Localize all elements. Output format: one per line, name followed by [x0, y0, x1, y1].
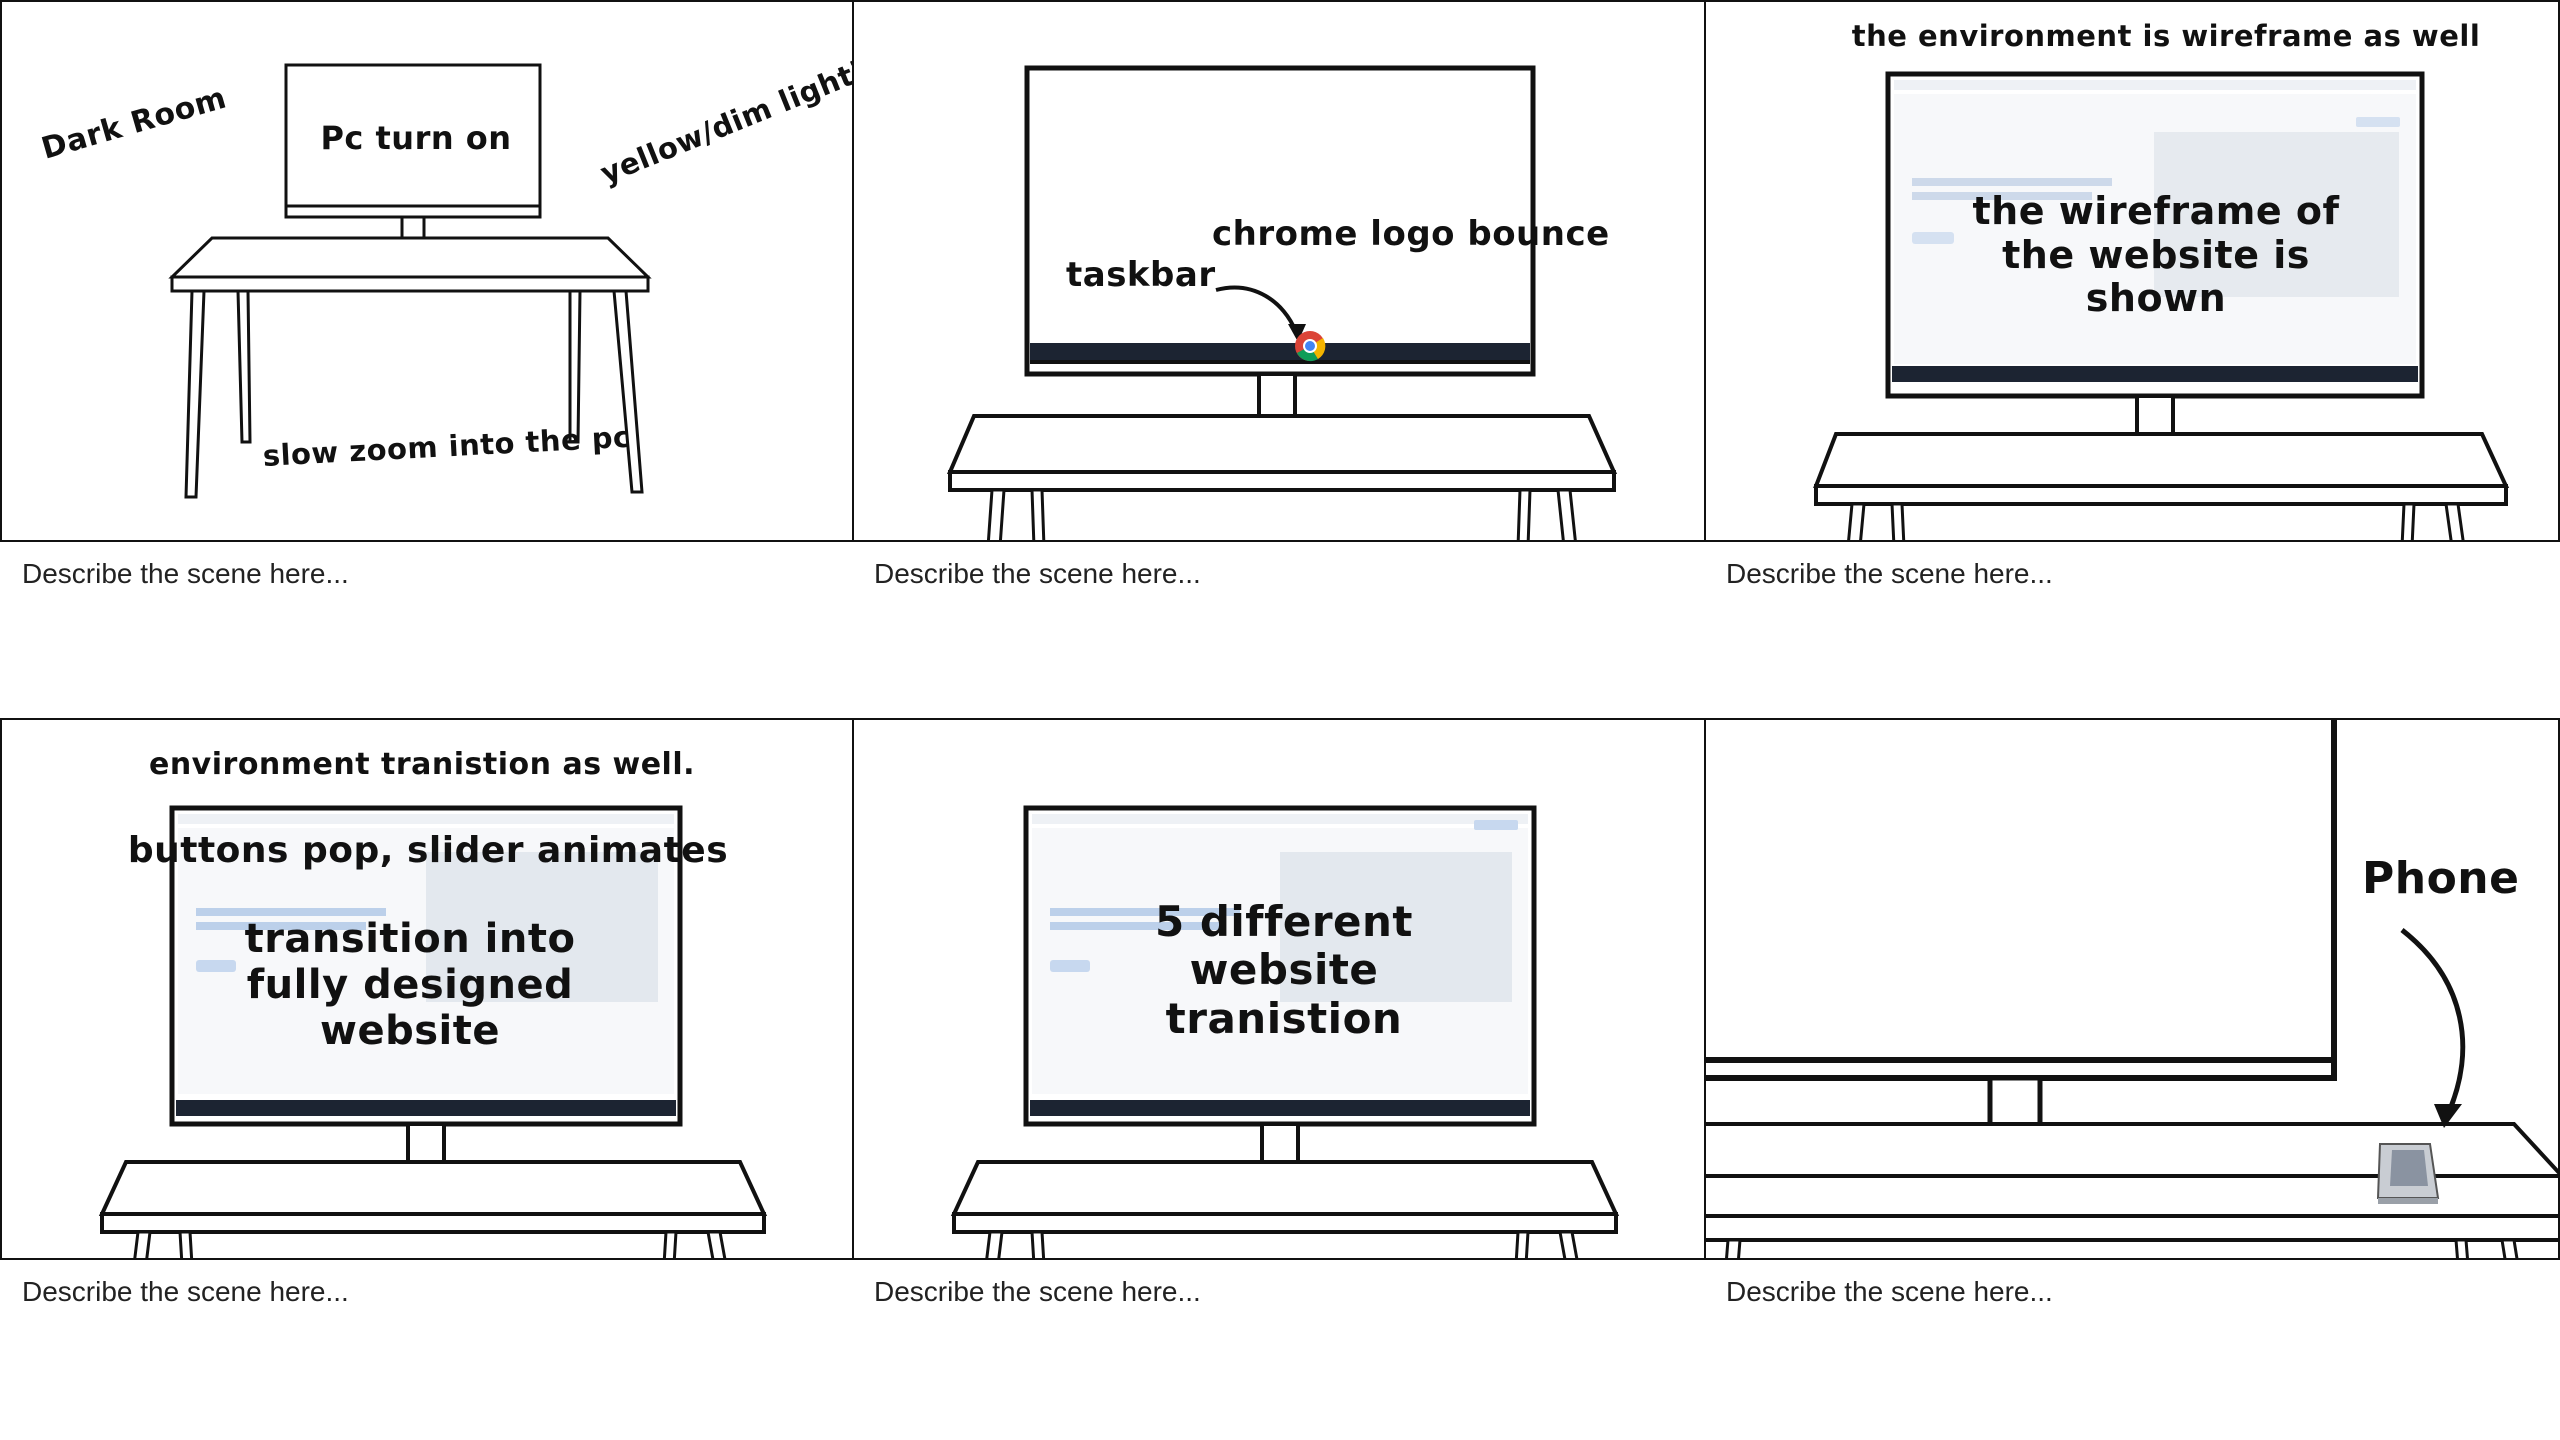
storyboard-panel-4: environment tranistion as well. buttons …	[0, 718, 855, 1260]
scene-4-description[interactable]: Describe the scene here...	[22, 1276, 349, 1308]
note-fully-designed: transition into fully designed website	[244, 916, 576, 1054]
note-chrome-logo-bounce: chrome logo bounce	[1212, 214, 1610, 254]
scene-5-description[interactable]: Describe the scene here...	[874, 1276, 1201, 1308]
storyboard-panel-2: chrome logo bounce taskbar	[852, 0, 1707, 542]
scene-3-description[interactable]: Describe the scene here...	[1726, 558, 2053, 590]
note-pc-turn-on: Pc turn on	[320, 119, 512, 157]
scene-6-illustration	[1706, 720, 2558, 1258]
scene-2-illustration	[946, 65, 1618, 540]
storyboard-panel-6: Phone	[1704, 718, 2560, 1260]
note-environment-wireframe: the environment is wireframe as well	[1851, 19, 2481, 53]
phone-icon	[2376, 1143, 2440, 1204]
note-five-websites: 5 different website tranistion	[1154, 897, 1413, 1043]
note-phone: Phone	[2362, 853, 2520, 904]
scene-1-description[interactable]: Describe the scene here...	[22, 558, 349, 590]
scene-6-description[interactable]: Describe the scene here...	[1726, 1276, 2053, 1308]
note-buttons-pop: buttons pop, slider animates	[127, 830, 729, 871]
storyboard-panel-3: the environment is wireframe as well the…	[1704, 0, 2560, 542]
note-taskbar: taskbar	[1066, 255, 1216, 295]
note-wireframe-shown: the wireframe of the website is shown	[1972, 189, 2340, 321]
storyboard-panel-5: 5 different website tranistion	[852, 718, 1707, 1260]
scene-2-description[interactable]: Describe the scene here...	[874, 558, 1201, 590]
storyboard-panel-1: Dark Room Pc turn on yellow/dim lighting…	[0, 0, 855, 542]
note-environment-transition: environment tranistion as well.	[148, 747, 696, 782]
